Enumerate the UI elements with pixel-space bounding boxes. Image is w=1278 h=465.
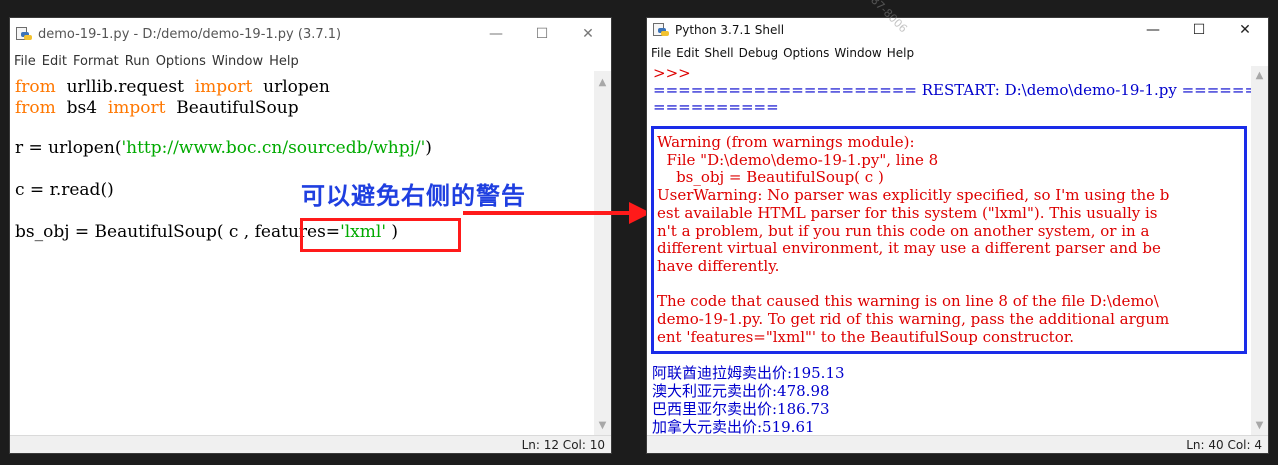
warning-line: The code that caused this warning is on … (657, 292, 1159, 311)
shell-titlebar[interactable]: Python 3.7.1 Shell — ☐ ✕ (647, 18, 1268, 42)
scroll-down-icon[interactable]: ▼ (594, 420, 611, 431)
scroll-up-icon[interactable]: ▲ (594, 77, 611, 88)
menu-window[interactable]: Window (212, 54, 263, 69)
warning-line: File "D:\demo\demo-19-1.py", line 8 (657, 150, 939, 169)
annotation-arrow-icon (463, 202, 651, 224)
restart-line-2: ========== (653, 98, 779, 116)
code-line-4: c = r.read() (15, 180, 114, 200)
code-editor[interactable]: from urllib.request import urlopen from … (10, 71, 593, 435)
menu-file[interactable]: File (14, 54, 36, 69)
menu-window[interactable]: Window (834, 46, 881, 60)
menu-edit[interactable]: Edit (676, 46, 699, 60)
minimize-button[interactable]: — (473, 18, 519, 50)
close-button[interactable]: ✕ (565, 18, 611, 50)
editor-statusbar: Ln: 12 Col: 10 (10, 435, 611, 453)
result-line: 澳大利亚元卖出价:478.98 (652, 382, 830, 400)
result-line: 加拿大元卖出价:519.61 (652, 418, 815, 436)
maximize-button[interactable]: ☐ (1176, 18, 1222, 42)
menu-help[interactable]: Help (887, 46, 914, 60)
code-line-2: from bs4 import BeautifulSoup (15, 98, 299, 118)
maximize-button[interactable]: ☐ (519, 18, 565, 50)
close-button[interactable]: ✕ (1222, 18, 1268, 42)
warning-line: ent 'features="lxml"' to the BeautifulSo… (657, 327, 1075, 346)
warning-line: have differently. (657, 256, 780, 275)
warning-line: demo-19-1.py. To get rid of this warning… (657, 310, 1170, 328)
menu-shell[interactable]: Shell (704, 46, 733, 60)
warning-line: Warning (from warnings module): (657, 133, 915, 151)
warning-line: UserWarning: No parser was explicitly sp… (657, 186, 1170, 205)
menu-file[interactable]: File (651, 46, 671, 60)
python-file-icon (16, 26, 32, 42)
warning-line: different virtual environment, it may us… (657, 239, 1161, 258)
shell-menubar: File Edit Shell Debug Options Window Hel… (647, 43, 1268, 63)
warning-highlight-box: Warning (from warnings module): File "D:… (651, 126, 1247, 354)
result-line: 巴西里亚尔卖出价:186.73 (652, 400, 830, 418)
shell-statusbar: Ln: 40 Col: 4 (647, 435, 1268, 453)
result-line: 阿联酋迪拉姆卖出价:195.13 (652, 364, 845, 382)
menu-edit[interactable]: Edit (42, 54, 67, 69)
features-highlight-box (300, 218, 461, 252)
menu-debug[interactable]: Debug (739, 46, 778, 60)
scroll-down-icon[interactable]: ▼ (1251, 420, 1268, 431)
minimize-button[interactable]: — (1130, 18, 1176, 42)
editor-titlebar[interactable]: demo-19-1.py - D:/demo/demo-19-1.py (3.7… (10, 18, 611, 50)
menu-run[interactable]: Run (125, 54, 150, 69)
editor-title: demo-19-1.py - D:/demo/demo-19-1.py (3.7… (38, 26, 342, 42)
menu-options[interactable]: Options (156, 54, 206, 69)
scroll-up-icon[interactable]: ▲ (1251, 70, 1268, 81)
shell-prompt: >>> (653, 64, 691, 82)
warning-line: bs_obj = BeautifulSoup( c ) (657, 168, 884, 187)
editor-scrollbar[interactable]: ▲ ▼ (594, 71, 611, 435)
warning-line: est available HTML parser for this syste… (657, 203, 1158, 222)
code-line-3: r = urlopen('http://www.boc.cn/sourcedb/… (15, 138, 432, 158)
menu-help[interactable]: Help (269, 54, 299, 69)
shell-output[interactable]: >>> ===================== RESTART: D:\de… (647, 64, 1268, 436)
python-shell-icon (653, 22, 669, 38)
code-line-1: from urllib.request import urlopen (15, 77, 330, 97)
warning-line: n't a problem, but if you run this code … (657, 221, 1150, 240)
menu-format[interactable]: Format (73, 54, 119, 69)
restart-line-1: ===================== RESTART: D:\demo\d… (653, 81, 1269, 99)
shell-window: Python 3.7.1 Shell — ☐ ✕ File Edit Shell… (646, 17, 1269, 454)
menu-options[interactable]: Options (783, 46, 829, 60)
shell-scrollbar[interactable]: ▲ ▼ (1251, 66, 1268, 435)
editor-menubar: File Edit Format Run Options Window Help (10, 51, 611, 71)
